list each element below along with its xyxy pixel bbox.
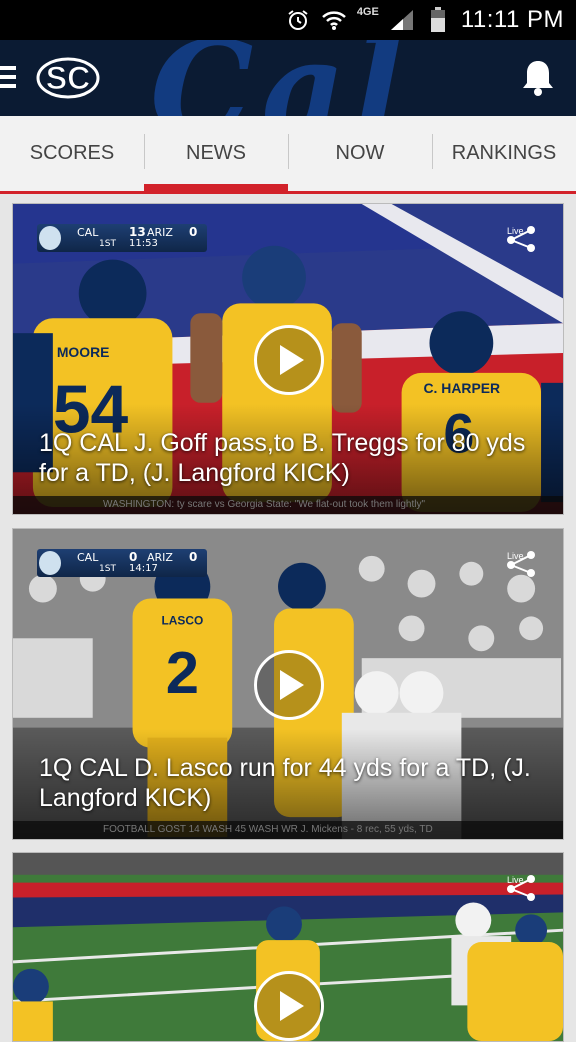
sportscenter-logo[interactable]: SC [34,54,104,102]
scorebug-quarter: 1ST [99,564,116,574]
video-card[interactable]: 2 LASCO CAL 0 ARIZ 0 1ST 14:17 Live 1Q C… [12,528,564,840]
play-icon[interactable] [254,971,324,1041]
scorebug-team1: CAL [77,226,99,239]
broadcast-ticker: FOOTBALL GOST 14 WASH 45 WASH WR J. Mick… [13,821,563,839]
jersey-name: MOORE [57,344,110,360]
broadcast-ticker: WASHINGTON: ty scare vs Georgia State: "… [13,496,563,514]
team-watermark: Cal [150,40,411,116]
scorebug-score2: 0 [189,550,198,564]
video-card[interactable]: 54 MOORE 6 C. HARPER CAL 13 ARIZ 0 [12,203,564,515]
share-icon[interactable]: Live [503,873,537,903]
tab-rankings[interactable]: RANKINGS [432,116,576,191]
share-icon[interactable]: Live [503,549,537,579]
scorebug-score2: 0 [189,225,198,239]
scorebug-score1: 13 [129,225,146,239]
play-icon[interactable] [254,650,324,720]
status-bar: 4GE 11:11 PM [0,0,576,40]
jersey-name: C. HARPER [424,380,501,396]
share-label: Live [507,551,524,561]
jersey-name: LASCO [161,613,203,627]
alarm-icon [285,7,311,33]
hamburger-icon[interactable] [0,66,16,88]
app-bar: Cal SC [0,40,576,116]
tab-now[interactable]: NOW [288,116,432,191]
network-type-label: 4GE [356,6,379,18]
section-tabs: SCORES NEWS NOW RANKINGS [0,116,576,194]
share-label: Live [507,875,524,885]
tab-news[interactable]: NEWS [144,116,288,194]
card-headline: 1Q CAL D. Lasco run for 44 yds for a TD,… [39,754,531,812]
scorebug-clock: 14:17 [129,563,158,574]
scorebug: CAL 13 ARIZ 0 1ST 11:53 [37,224,207,252]
scorebug-quarter: 1ST [99,239,116,249]
tab-label: NEWS [186,142,246,164]
pac12-icon [39,226,61,250]
player-figure [13,968,53,1041]
share-icon[interactable]: Live [503,224,537,254]
signal-icon [389,7,415,33]
tab-label: RANKINGS [451,142,557,164]
tab-label: SCORES [29,142,115,164]
share-label: Live [507,226,524,236]
tab-scores[interactable]: SCORES [0,116,144,191]
battery-icon [425,7,451,33]
bell-icon[interactable] [520,58,556,98]
pac12-icon [39,551,61,575]
wifi-icon [321,7,347,33]
scorebug-clock: 11:53 [129,238,158,249]
logo-text: SC [46,60,90,96]
card-headline: 1Q CAL J. Goff pass,to B. Treggs for 80 … [39,429,526,487]
news-feed[interactable]: 54 MOORE 6 C. HARPER CAL 13 ARIZ 0 [0,194,576,1042]
jersey-number: 2 [166,639,199,706]
scorebug-team1: CAL [77,551,99,564]
scorebug-score1: 0 [129,550,138,564]
tab-label: NOW [335,142,385,164]
video-card[interactable]: Live [12,852,564,1042]
clock: 11:11 PM [460,6,564,33]
play-icon[interactable] [254,325,324,395]
scorebug: CAL 0 ARIZ 0 1ST 14:17 [37,549,207,577]
